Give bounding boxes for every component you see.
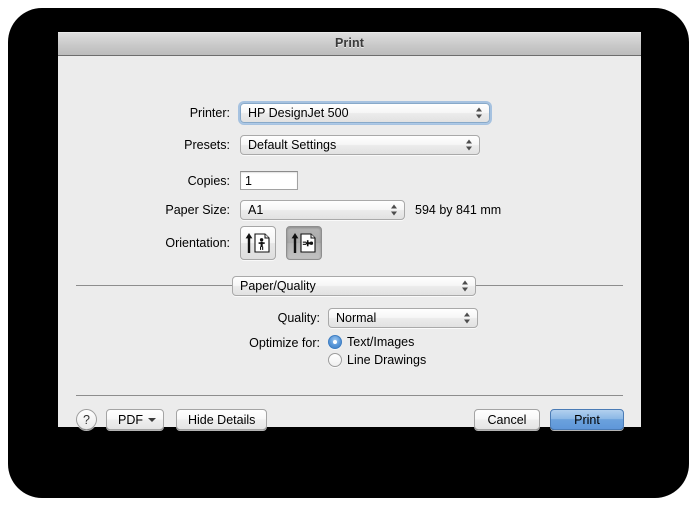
quality-label: Quality: bbox=[277, 311, 320, 325]
hide-details-button[interactable]: Hide Details bbox=[176, 409, 268, 430]
pane-selector[interactable]: Paper/Quality bbox=[232, 276, 476, 296]
optimize-option-label: Line Drawings bbox=[347, 353, 427, 367]
printer-label: Printer: bbox=[189, 106, 230, 120]
quality-row: Quality: Normal bbox=[58, 308, 538, 328]
presets-label: Presets: bbox=[184, 138, 230, 152]
pdf-button-label: PDF bbox=[118, 412, 143, 427]
paper-size-dimensions: 594 by 841 mm bbox=[415, 203, 502, 217]
stepper-arrows-icon bbox=[476, 107, 483, 120]
pane-separator-right bbox=[474, 285, 623, 286]
stepper-arrows-icon bbox=[466, 139, 473, 152]
optimize-label: Optimize for: bbox=[249, 336, 320, 350]
stepper-arrows-icon bbox=[391, 204, 398, 217]
chevron-down-icon bbox=[148, 417, 156, 422]
footer-left-buttons: ? PDF Hide Details bbox=[76, 409, 268, 430]
orientation-label: Orientation: bbox=[165, 236, 230, 250]
help-button[interactable]: ? bbox=[76, 409, 97, 430]
copies-label: Copies: bbox=[187, 173, 230, 188]
optimize-option-line-drawings[interactable]: Line Drawings bbox=[328, 353, 426, 367]
copies-row: Copies: bbox=[58, 171, 458, 190]
stepper-arrows-icon bbox=[462, 280, 469, 293]
optimize-option-text-images[interactable]: Text/Images bbox=[328, 335, 426, 349]
optimize-option-label: Text/Images bbox=[347, 335, 415, 349]
pane-selector-value: Paper/Quality bbox=[240, 279, 316, 293]
orientation-landscape-button[interactable] bbox=[286, 226, 322, 260]
paper-size-select[interactable]: A1 bbox=[240, 200, 405, 220]
paper-size-row: Paper Size: A1 594 by 841 mm bbox=[58, 200, 578, 220]
paper-size-select-value: A1 bbox=[248, 203, 264, 217]
orientation-row: Orientation: bbox=[58, 226, 458, 260]
quality-select[interactable]: Normal bbox=[328, 308, 478, 328]
optimize-radio-group: Text/Images Line Drawings bbox=[328, 335, 426, 371]
pdf-button[interactable]: PDF bbox=[106, 409, 164, 430]
dialog-title: Print bbox=[335, 36, 364, 50]
orientation-portrait-button[interactable] bbox=[240, 226, 276, 260]
print-dialog-window: Print Printer: HP DesignJet 500 Presets:… bbox=[58, 32, 641, 430]
presets-select-value: Default Settings bbox=[248, 138, 337, 152]
printer-select-value: HP DesignJet 500 bbox=[248, 106, 349, 120]
dialog-content: Printer: HP DesignJet 500 Presets: Defau… bbox=[58, 56, 641, 430]
quality-select-value: Normal bbox=[336, 311, 377, 325]
radio-selected-icon bbox=[328, 335, 342, 349]
optimize-row: Optimize for: Text/Images Line Drawings bbox=[58, 335, 426, 371]
portrait-orientation-icon bbox=[245, 233, 270, 253]
printer-select[interactable]: HP DesignJet 500 bbox=[240, 103, 490, 123]
dialog-titlebar: Print bbox=[58, 32, 641, 56]
printer-row: Printer: HP DesignJet 500 bbox=[58, 103, 583, 123]
footer-separator bbox=[76, 395, 623, 396]
copies-input[interactable] bbox=[240, 171, 298, 190]
print-button[interactable]: Print bbox=[550, 409, 624, 430]
landscape-orientation-icon bbox=[291, 233, 316, 253]
stepper-arrows-icon bbox=[464, 312, 471, 325]
paper-size-label: Paper Size: bbox=[165, 203, 230, 217]
cancel-button[interactable]: Cancel bbox=[474, 409, 540, 430]
footer-right-buttons: Cancel Print bbox=[474, 409, 624, 430]
pane-separator-left bbox=[76, 285, 236, 286]
presets-row: Presets: Default Settings bbox=[58, 135, 583, 155]
radio-unselected-icon bbox=[328, 353, 342, 367]
presets-select[interactable]: Default Settings bbox=[240, 135, 480, 155]
